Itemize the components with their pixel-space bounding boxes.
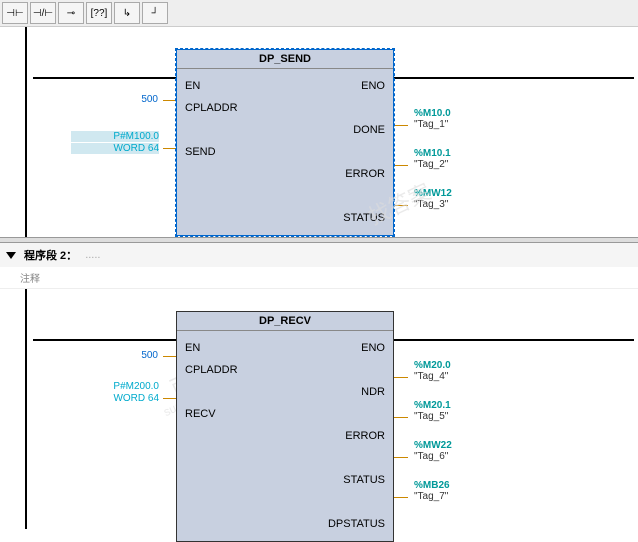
wire-cpladdr-in — [163, 100, 177, 101]
error-tag-2: "Tag_5" — [414, 411, 451, 422]
done-tag: "Tag_1" — [414, 119, 451, 130]
wire-ndr-out — [394, 377, 408, 378]
wire-eno-2 — [394, 339, 634, 341]
wire-en-2 — [33, 339, 176, 341]
network2-header: 程序段 2： ..... — [0, 243, 638, 267]
port-error: ERROR — [325, 168, 385, 180]
block-dp-recv[interactable]: DP_RECV EN ENO CPLADDR NDR RECV ERROR STA… — [176, 311, 394, 542]
error-addr: %M10.1 — [414, 148, 451, 159]
ndr-addr: %M20.0 — [414, 360, 451, 371]
wire-send-in — [163, 148, 177, 149]
status-addr: %MW12 — [414, 188, 452, 199]
error-addr-2: %M20.1 — [414, 400, 451, 411]
out-status[interactable]: %MW12 "Tag_3" — [414, 188, 452, 210]
port-ndr: NDR — [325, 386, 385, 398]
network2-canvas[interactable]: 西门子工业 support.industry.siemens.com/cs 50… — [0, 289, 638, 529]
tool-branch[interactable]: ↳ — [114, 2, 140, 24]
wire-error-out-2 — [394, 417, 408, 418]
port-status: STATUS — [325, 212, 385, 224]
tool-box[interactable]: [??] — [86, 2, 112, 24]
wire-status-out-2 — [394, 457, 408, 458]
wire-dpstatus-out — [394, 497, 408, 498]
wire-status-out — [394, 205, 408, 206]
port-dpstatus: DPSTATUS — [325, 518, 385, 530]
out-dpstatus[interactable]: %MB26 "Tag_7" — [414, 480, 450, 502]
wire-cpladdr-in-2 — [163, 356, 177, 357]
port-en: EN — [185, 80, 245, 92]
out-done[interactable]: %M10.0 "Tag_1" — [414, 108, 451, 130]
network2-comment[interactable]: 注释 — [0, 267, 638, 289]
ndr-tag: "Tag_4" — [414, 371, 451, 382]
param-recv-addr[interactable]: P#M200.0 — [71, 381, 159, 392]
port-send: SEND — [185, 146, 245, 158]
port-error-2: ERROR — [325, 430, 385, 442]
block-dp-send[interactable]: DP_SEND EN ENO CPLADDR DONE SEND ERROR ST… — [176, 49, 394, 236]
toolbar: ⊣⊢ ⊣/⊢ ⊸ [??] ↳ ┘ — [0, 0, 638, 27]
error-tag: "Tag_2" — [414, 159, 451, 170]
out-ndr[interactable]: %M20.0 "Tag_4" — [414, 360, 451, 382]
tool-branch-close[interactable]: ┘ — [142, 2, 168, 24]
block2-title: DP_RECV — [177, 312, 393, 331]
out-error-2[interactable]: %M20.1 "Tag_5" — [414, 400, 451, 422]
port-done: DONE — [325, 124, 385, 136]
port-recv: RECV — [185, 408, 245, 420]
wire-error-out — [394, 165, 408, 166]
dpstatus-tag: "Tag_7" — [414, 491, 450, 502]
param-cpladdr-val-2[interactable]: 500 — [86, 350, 158, 361]
port-status-2: STATUS — [325, 474, 385, 486]
tool-contact-neg[interactable]: ⊣/⊢ — [30, 2, 56, 24]
wire-en — [33, 77, 176, 79]
network1-canvas[interactable]: 500 P#M100.0 WORD 64 %M10.0 "Tag_1" %M10… — [0, 27, 638, 237]
status-addr-2: %MW22 — [414, 440, 452, 451]
out-status-2[interactable]: %MW22 "Tag_6" — [414, 440, 452, 462]
port-en-2: EN — [185, 342, 245, 354]
param-send-type[interactable]: WORD 64 — [71, 143, 159, 154]
tool-contact[interactable]: ⊣⊢ — [2, 2, 28, 24]
network2-dots: ..... — [85, 249, 100, 261]
port-cpladdr-2: CPLADDR — [185, 364, 245, 376]
collapse-icon[interactable] — [6, 252, 16, 259]
status-tag: "Tag_3" — [414, 199, 452, 210]
dpstatus-addr: %MB26 — [414, 480, 450, 491]
param-recv-type[interactable]: WORD 64 — [71, 393, 159, 404]
block1-title: DP_SEND — [177, 50, 393, 69]
wire-eno — [394, 77, 634, 79]
out-error[interactable]: %M10.1 "Tag_2" — [414, 148, 451, 170]
tool-coil[interactable]: ⊸ — [58, 2, 84, 24]
network2-title[interactable]: 程序段 2： — [24, 247, 77, 263]
port-eno-2: ENO — [325, 342, 385, 354]
wire-done-out — [394, 125, 408, 126]
wire-recv-in — [163, 398, 177, 399]
param-cpladdr-val[interactable]: 500 — [86, 94, 158, 105]
done-addr: %M10.0 — [414, 108, 451, 119]
port-eno: ENO — [325, 80, 385, 92]
status-tag-2: "Tag_6" — [414, 451, 452, 462]
port-cpladdr: CPLADDR — [185, 102, 245, 114]
param-send-addr[interactable]: P#M100.0 — [71, 131, 159, 142]
